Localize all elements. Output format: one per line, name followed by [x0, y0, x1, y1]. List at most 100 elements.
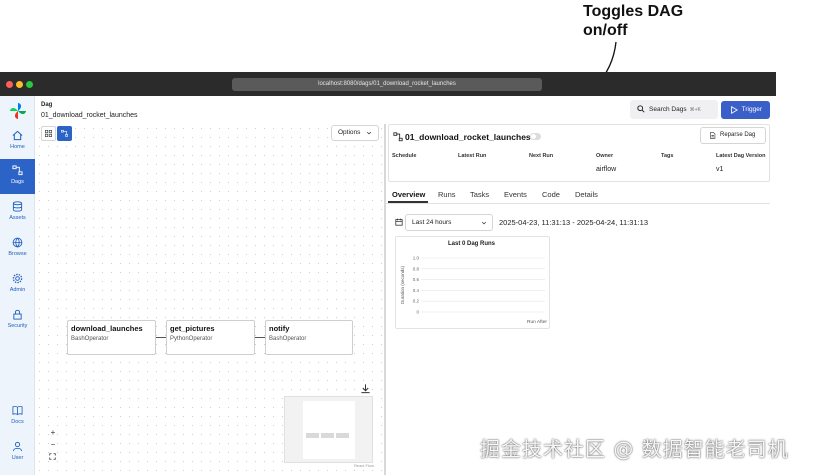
zoom-in-button[interactable]: + [48, 428, 58, 437]
tab-overview[interactable]: Overview [392, 190, 425, 199]
chart-y-tick-label: 0.6 [413, 277, 420, 282]
zoom-out-button[interactable]: − [48, 440, 58, 449]
maximize-window-dot[interactable] [26, 81, 33, 88]
annotation-callout: Toggles DAG on/off [583, 2, 683, 40]
graph-minimap[interactable] [284, 396, 373, 463]
options-button[interactable]: Options [331, 125, 379, 141]
reparse-dag-button[interactable]: Reparse Dag [700, 127, 766, 144]
sidebar-item-home[interactable]: Home [0, 124, 35, 159]
meta-tags-label: Tags [661, 153, 674, 159]
meta-owner-value[interactable]: airflow [596, 166, 616, 173]
chart-y-tick-label: 1.0 [413, 256, 420, 261]
tab-code[interactable]: Code [542, 190, 560, 199]
breadcrumb-dag-id[interactable]: 01_download_rocket_launches [41, 112, 138, 119]
fit-view-icon[interactable] [49, 453, 56, 460]
sidebar-item-dags[interactable]: Dags [0, 159, 35, 194]
sidebar-item-label: Browse [8, 251, 27, 257]
task-edge [156, 337, 166, 338]
sidebar-item-label: Assets [9, 215, 26, 221]
meta-latest-version-label: Latest Dag Version [716, 153, 766, 159]
tab-divider [385, 203, 770, 204]
reparse-dag-label: Reparse Dag [720, 132, 756, 138]
meta-owner-label: Owner [596, 153, 614, 159]
task-name: notify [269, 324, 290, 333]
graph-view-button[interactable] [57, 126, 72, 141]
task-name: download_launches [71, 324, 143, 333]
sidebar-item-label: Home [10, 144, 25, 150]
minimap-node [321, 433, 334, 438]
grid-view-button[interactable] [41, 126, 56, 141]
chart-y-tick-label: 0.4 [413, 288, 420, 293]
task-node-notify[interactable]: notify BashOperator [265, 320, 353, 355]
sidebar-item-docs[interactable]: Docs [0, 399, 35, 434]
calendar-icon [395, 218, 403, 226]
task-operator: BashOperator [71, 336, 109, 342]
breadcrumb-title[interactable]: Dag [41, 102, 52, 108]
chart-y-axis-label: Duration (seconds) [400, 265, 405, 304]
sidebar-item-label: Docs [11, 419, 24, 425]
airflow-logo[interactable] [9, 102, 27, 120]
trigger-button[interactable]: Trigger [721, 101, 770, 119]
sidebar-item-label: Dags [11, 179, 24, 185]
sidebar-item-label: Admin [9, 287, 26, 293]
minimize-window-dot[interactable] [16, 81, 23, 88]
file-icon [710, 132, 716, 139]
dag-icon [393, 132, 403, 142]
url-bar[interactable]: localhost:8080/dags/01_download_rocket_l… [232, 78, 542, 91]
time-range-text: 2025-04-23, 11:31:13 - 2025-04-24, 11:31… [499, 218, 649, 227]
task-edge [255, 337, 265, 338]
sidebar-item-assets[interactable]: Assets [0, 195, 35, 230]
dag-title: 01_download_rocket_launches [405, 132, 531, 142]
user-icon [12, 441, 23, 452]
tab-runs[interactable]: Runs [438, 190, 456, 199]
time-range-select[interactable]: Last 24 hours [405, 214, 493, 231]
meta-next-run-label: Next Run [529, 153, 554, 159]
database-icon [12, 201, 23, 212]
react-flow-attribution[interactable]: React Flow [354, 463, 374, 468]
panel-resize-handle[interactable] [384, 124, 386, 475]
chart-y-tick-label: 0.2 [413, 299, 420, 304]
meta-schedule-label: Schedule [392, 153, 417, 159]
graph-icon [61, 130, 68, 137]
gear-icon [12, 273, 23, 284]
tab-details[interactable]: Details [575, 190, 598, 199]
sidebar-item-user[interactable]: User [0, 435, 35, 470]
sidebar: Home Dags Assets Browse Admin Security D… [0, 96, 35, 475]
dags-icon [12, 165, 23, 176]
play-icon [731, 106, 738, 114]
globe-icon [12, 237, 23, 248]
time-range-value: Last 24 hours [412, 219, 452, 226]
task-node-download-launches[interactable]: download_launches BashOperator [67, 320, 156, 355]
minimap-viewport [303, 401, 355, 459]
chart-y-tick-label: 0 [416, 310, 419, 315]
tab-events[interactable]: Events [504, 190, 527, 199]
chevron-down-icon [481, 221, 487, 225]
download-icon[interactable] [360, 383, 371, 394]
task-operator: PythonOperator [170, 336, 213, 342]
search-icon [637, 105, 645, 113]
search-shortcut: ⌘+K [689, 107, 701, 113]
grid-icon [45, 130, 52, 137]
lock-icon [13, 309, 22, 320]
sidebar-item-label: Security [7, 323, 28, 329]
home-icon [12, 130, 23, 141]
meta-latest-run-label: Latest Run [458, 153, 487, 159]
search-dags-label: Search Dags [649, 106, 687, 113]
meta-latest-version-value: v1 [716, 166, 724, 173]
sidebar-item-admin[interactable]: Admin [0, 267, 35, 302]
search-dags-button[interactable]: Search Dags ⌘+K [630, 100, 718, 119]
sidebar-item-security[interactable]: Security [0, 303, 35, 338]
minimap-node [336, 433, 349, 438]
browser-titlebar: localhost:8080/dags/01_download_rocket_l… [0, 72, 776, 96]
screenshot-root: Toggles DAG on/off localhost:8080/dags/0… [0, 0, 814, 475]
tab-tasks[interactable]: Tasks [470, 190, 489, 199]
options-label: Options [338, 129, 361, 136]
book-icon [12, 406, 23, 416]
sidebar-item-label: User [11, 455, 24, 461]
sidebar-item-browse[interactable]: Browse [0, 231, 35, 266]
task-node-get-pictures[interactable]: get_pictures PythonOperator [166, 320, 255, 355]
chart-y-tick-label: 0.8 [413, 266, 420, 271]
dag-pause-toggle[interactable] [530, 133, 541, 140]
close-window-dot[interactable] [6, 81, 13, 88]
task-name: get_pictures [170, 324, 215, 333]
